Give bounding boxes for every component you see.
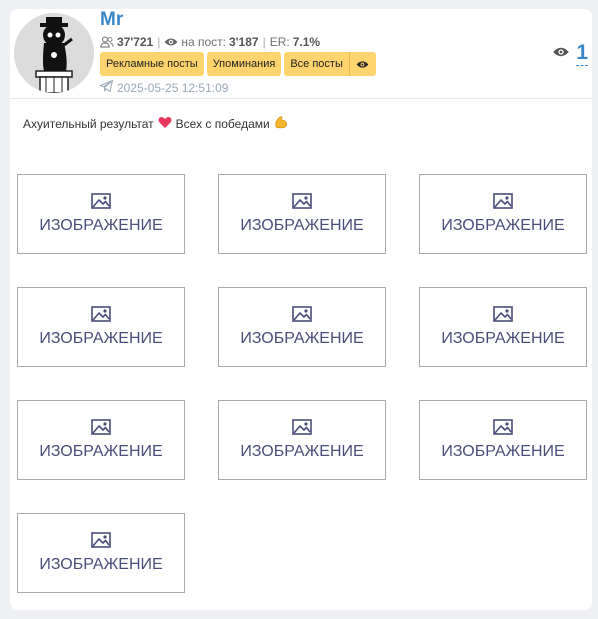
image-icon: [292, 193, 312, 214]
image-placeholder-label: ИЗОБРАЖЕНИЕ: [39, 217, 163, 234]
image-icon: [493, 419, 513, 440]
image-icon: [91, 193, 111, 214]
views-per-post-value: 3'187: [229, 35, 259, 49]
image-placeholder[interactable]: ИЗОБРАЖЕНИЕ: [17, 287, 185, 367]
image-placeholder[interactable]: ИЗОБРАЖЕНИЕ: [17, 174, 185, 254]
channel-name[interactable]: Mr: [100, 9, 123, 31]
image-placeholder-label: ИЗОБРАЖЕНИЕ: [39, 330, 163, 347]
stats-separator: |: [157, 35, 161, 49]
heart-icon: [158, 116, 172, 132]
post-date[interactable]: 2025-05-25 12:51:09: [100, 80, 228, 95]
eye-icon[interactable]: [348, 52, 376, 76]
post-views-count[interactable]: 1: [576, 41, 588, 66]
ads-posts-button[interactable]: Рекламные посты: [100, 52, 204, 76]
image-icon: [493, 306, 513, 327]
subscribers-icon: [100, 36, 114, 48]
eye-icon: [164, 37, 178, 47]
image-placeholder[interactable]: ИЗОБРАЖЕНИЕ: [419, 287, 587, 367]
image-placeholder[interactable]: ИЗОБРАЖЕНИЕ: [419, 400, 587, 480]
image-icon: [292, 419, 312, 440]
all-posts-button[interactable]: Все посты: [284, 52, 349, 76]
image-grid: ИЗОБРАЖЕНИЕ ИЗОБРАЖЕНИЕ ИЗОБРАЖЕНИЕ ИЗОБРАЖ…: [17, 174, 587, 593]
post-card: Mr 37'721 | на пост: 3'187 | ER: 7.1% Ре…: [10, 9, 592, 610]
image-icon: [493, 193, 513, 214]
channel-avatar[interactable]: [14, 13, 94, 93]
image-placeholder[interactable]: ИЗОБРАЖЕНИЕ: [17, 513, 185, 593]
image-placeholder-label: ИЗОБРАЖЕНИЕ: [240, 443, 364, 460]
views-per-post-label: на пост:: [181, 35, 226, 49]
channel-actions: Рекламные посты Упоминания Все посты: [100, 52, 376, 76]
post-text-part2: Всех с победами: [175, 116, 270, 131]
post-text-part1: Ахуительный результат: [23, 116, 154, 131]
image-icon: [91, 532, 111, 553]
stats-separator: |: [262, 35, 266, 49]
all-posts-group: Все посты: [284, 52, 376, 76]
channel-stats: 37'721 | на пост: 3'187 | ER: 7.1%: [100, 35, 320, 49]
telegram-icon: [100, 80, 113, 95]
image-placeholder-label: ИЗОБРАЖЕНИЕ: [39, 556, 163, 573]
flexed-biceps-icon: [274, 115, 288, 132]
post-date-text: 2025-05-25 12:51:09: [117, 80, 229, 95]
post-text: Ахуительный результат Всех с победами: [23, 115, 288, 132]
image-icon: [91, 419, 111, 440]
image-placeholder-label: ИЗОБРАЖЕНИЕ: [240, 217, 364, 234]
image-placeholder[interactable]: ИЗОБРАЖЕНИЕ: [17, 400, 185, 480]
image-placeholder-label: ИЗОБРАЖЕНИЕ: [39, 443, 163, 460]
er-label: ER:: [269, 35, 290, 49]
image-placeholder[interactable]: ИЗОБРАЖЕНИЕ: [218, 287, 386, 367]
image-placeholder[interactable]: ИЗОБРАЖЕНИЕ: [218, 400, 386, 480]
image-placeholder-label: ИЗОБРАЖЕНИЕ: [441, 443, 565, 460]
image-placeholder-label: ИЗОБРАЖЕНИЕ: [240, 330, 364, 347]
image-icon: [292, 306, 312, 327]
eye-icon: [552, 45, 570, 63]
mentions-button[interactable]: Упоминания: [206, 52, 282, 76]
image-icon: [91, 306, 111, 327]
post-header: Mr 37'721 | на пост: 3'187 | ER: 7.1% Ре…: [10, 9, 592, 99]
image-placeholder-label: ИЗОБРАЖЕНИЕ: [441, 330, 565, 347]
image-placeholder[interactable]: ИЗОБРАЖЕНИЕ: [218, 174, 386, 254]
image-placeholder-label: ИЗОБРАЖЕНИЕ: [441, 217, 565, 234]
subscribers-count: 37'721: [117, 35, 154, 49]
image-placeholder[interactable]: ИЗОБРАЖЕНИЕ: [419, 174, 587, 254]
post-views[interactable]: 1: [552, 41, 588, 66]
er-value: 7.1%: [292, 35, 321, 49]
